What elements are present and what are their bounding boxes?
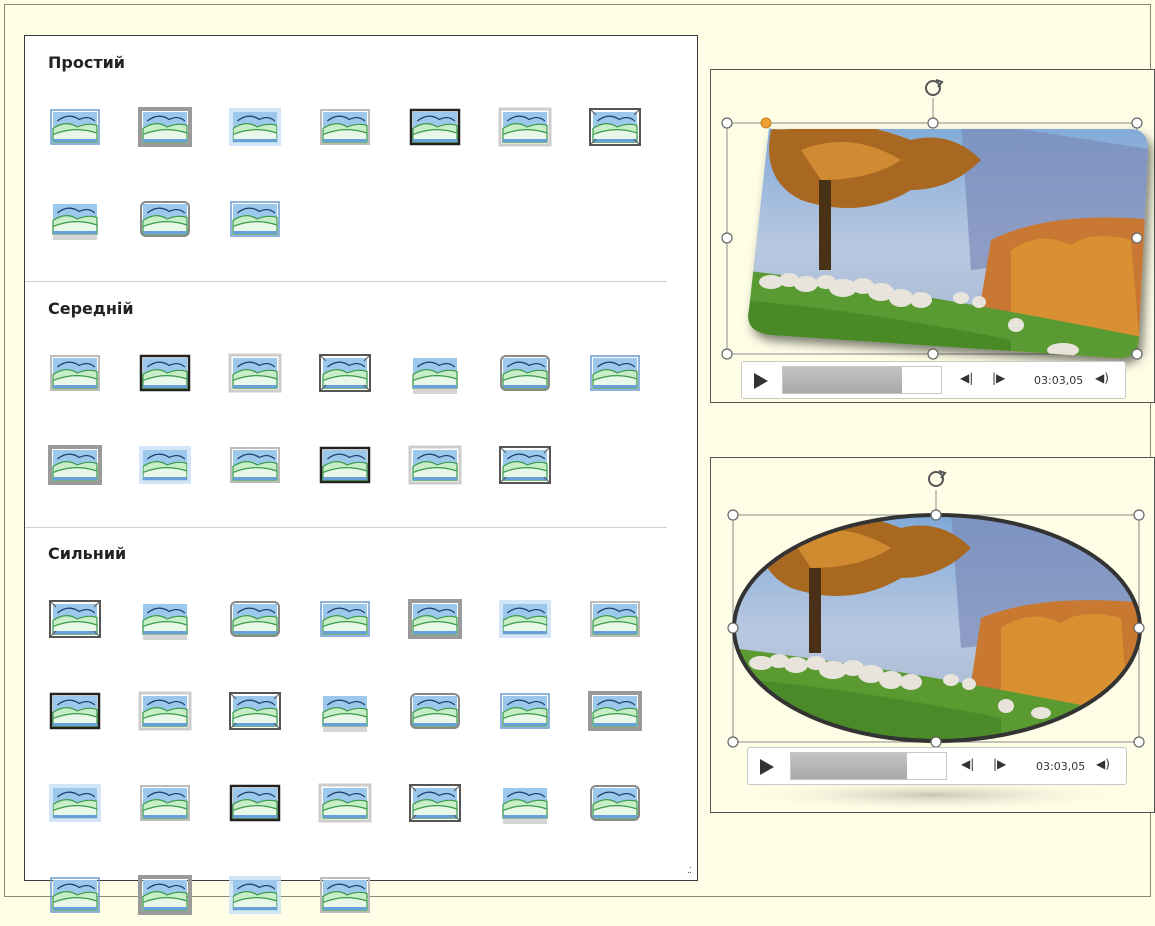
video-style-simple-3[interactable] [227, 104, 283, 158]
resize-grip-icon[interactable]: .: [687, 864, 692, 876]
video-style-strong-25[interactable] [317, 872, 373, 926]
step-forward-icon[interactable]: |▶ [993, 757, 1006, 771]
video-preview-rounded: ◀| |▶ 03:03,05 ◀) [710, 69, 1155, 403]
video-style-simple-2[interactable] [137, 104, 193, 158]
video-style-strong-8[interactable] [47, 688, 103, 742]
video-style-medium-9[interactable] [137, 442, 193, 496]
rotate-handle-icon[interactable] [928, 470, 947, 487]
time-display: 03:03,05 [1036, 760, 1086, 773]
video-style-strong-16[interactable] [137, 780, 193, 834]
video-style-simple-4[interactable] [317, 104, 373, 158]
step-forward-icon[interactable]: |▶ [992, 371, 1005, 385]
progress-fill [791, 753, 908, 779]
video-style-strong-24[interactable] [227, 872, 283, 926]
video-style-strong-22[interactable] [47, 872, 103, 926]
video-image [734, 515, 1140, 741]
step-back-icon[interactable]: ◀| [961, 757, 974, 771]
video-style-strong-18[interactable] [317, 780, 373, 834]
volume-icon[interactable]: ◀) [1095, 371, 1109, 385]
video-style-strong-6[interactable] [497, 596, 553, 650]
video-style-strong-20[interactable] [497, 780, 553, 834]
video-style-simple-7[interactable] [587, 104, 643, 158]
video-style-medium-5[interactable] [407, 350, 463, 404]
video-style-medium-3[interactable] [227, 350, 283, 404]
video-style-strong-12[interactable] [407, 688, 463, 742]
video-styles-gallery: Простий Середній Сильний .: [24, 35, 698, 915]
play-icon[interactable] [754, 373, 768, 389]
video-style-simple-1[interactable] [47, 104, 103, 158]
section-title-simple: Простий [48, 53, 126, 72]
video-style-simple-8[interactable] [47, 196, 103, 250]
section-title-strong: Сильний [48, 544, 127, 563]
video-style-strong-17[interactable] [227, 780, 283, 834]
media-controls: ◀| |▶ 03:03,05 ◀) [741, 361, 1126, 399]
progress-fill [783, 367, 902, 393]
video-style-strong-2[interactable] [137, 596, 193, 650]
video-frame-rounded[interactable] [711, 70, 1155, 404]
adjust-handle[interactable] [760, 117, 772, 129]
video-style-medium-2[interactable] [137, 350, 193, 404]
video-style-strong-11[interactable] [317, 688, 373, 742]
progress-track[interactable] [790, 752, 947, 780]
time-display: 03:03,05 [1034, 374, 1084, 387]
section-title-medium: Середній [48, 299, 134, 318]
video-style-strong-13[interactable] [497, 688, 553, 742]
video-style-strong-14[interactable] [587, 688, 643, 742]
video-style-simple-6[interactable] [497, 104, 553, 158]
rotate-handle-icon[interactable] [925, 79, 944, 96]
video-style-strong-15[interactable] [47, 780, 103, 834]
video-style-strong-7[interactable] [587, 596, 643, 650]
video-style-strong-3[interactable] [227, 596, 283, 650]
video-style-medium-1[interactable] [47, 350, 103, 404]
section-divider [25, 281, 667, 282]
video-style-simple-9[interactable] [137, 196, 193, 250]
video-preview-oval: ◀| |▶ 03:03,05 ◀) [710, 457, 1155, 813]
video-style-medium-12[interactable] [407, 442, 463, 496]
media-controls: ◀| |▶ 03:03,05 ◀) [747, 747, 1127, 785]
video-style-medium-8[interactable] [47, 442, 103, 496]
video-style-strong-1[interactable] [47, 596, 103, 650]
video-style-strong-4[interactable] [317, 596, 373, 650]
video-style-strong-10[interactable] [227, 688, 283, 742]
video-style-medium-4[interactable] [317, 350, 373, 404]
video-style-strong-9[interactable] [137, 688, 193, 742]
video-style-strong-21[interactable] [587, 780, 643, 834]
volume-icon[interactable]: ◀) [1096, 757, 1110, 771]
video-style-strong-19[interactable] [407, 780, 463, 834]
play-icon[interactable] [760, 759, 774, 775]
video-style-strong-23[interactable] [137, 872, 193, 926]
video-style-strong-5[interactable] [407, 596, 463, 650]
video-style-medium-10[interactable] [227, 442, 283, 496]
video-image [748, 128, 1149, 359]
progress-track[interactable] [782, 366, 942, 394]
step-back-icon[interactable]: ◀| [960, 371, 973, 385]
video-style-medium-7[interactable] [587, 350, 643, 404]
video-style-medium-13[interactable] [497, 442, 553, 496]
video-style-simple-5[interactable] [407, 104, 463, 158]
video-style-medium-11[interactable] [317, 442, 373, 496]
video-style-medium-6[interactable] [497, 350, 553, 404]
section-divider [25, 527, 667, 528]
video-style-simple-10[interactable] [227, 196, 283, 250]
